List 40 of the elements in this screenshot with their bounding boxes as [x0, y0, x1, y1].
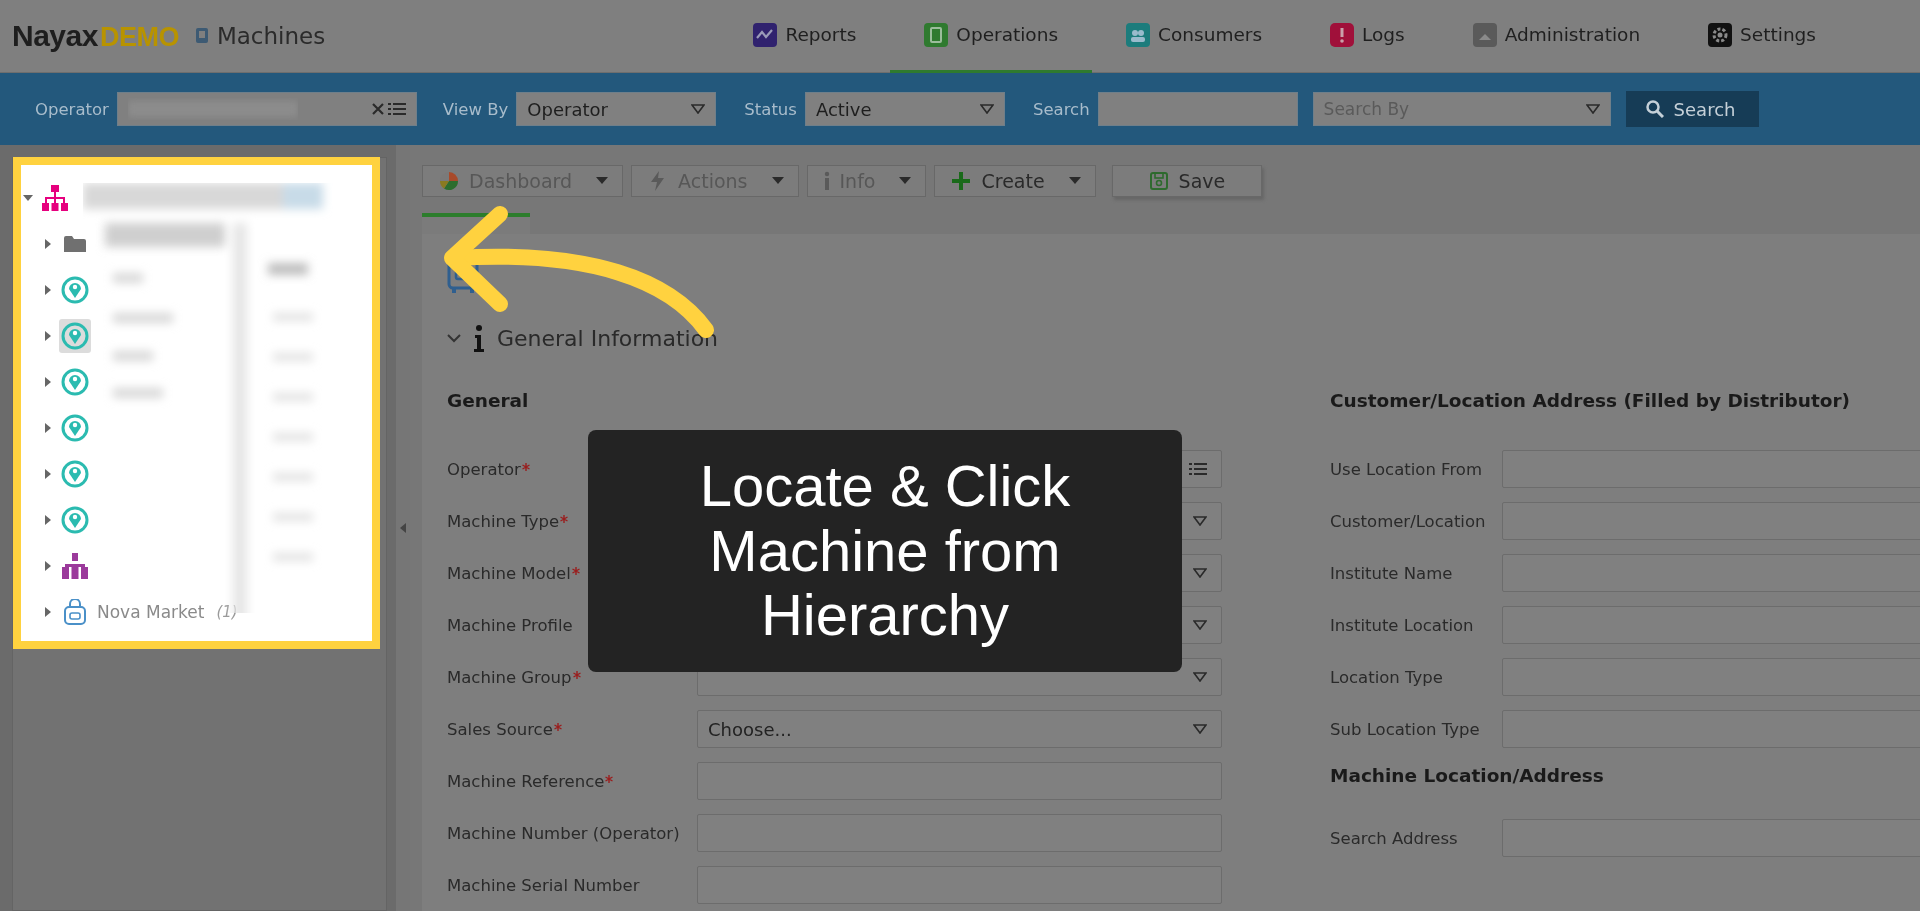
field-label: Machine Type: [447, 511, 560, 531]
toolbar-button[interactable]: Save: [1111, 165, 1263, 197]
field-label: Machine Number (Operator): [447, 823, 680, 843]
field-label: Search Address: [1330, 828, 1458, 848]
select-field[interactable]: Choose...: [697, 710, 1222, 748]
field-label: Search: [1032, 99, 1090, 119]
nav-tab[interactable]: Administration: [1438, 0, 1675, 73]
view-by-select[interactable]: Operator: [516, 92, 717, 126]
field-label: Machine Profile: [447, 615, 573, 635]
search-button[interactable]: Search: [1625, 91, 1760, 127]
status-select[interactable]: Active: [804, 92, 1005, 126]
nav-tab[interactable]: Consumers: [1092, 0, 1297, 73]
field-label: Machine Group: [447, 667, 572, 687]
section-heading: Machine Location/Address: [1330, 765, 1605, 786]
field-label: Sub Location Type: [1330, 719, 1480, 739]
section-heading: General: [447, 390, 530, 411]
page-title: Machines: [216, 23, 326, 49]
field-label: Machine Reference: [447, 771, 605, 791]
field-label: Machine Model: [447, 563, 571, 583]
field-label: Use Location From: [1330, 459, 1482, 479]
nav-tab[interactable]: Reports: [719, 0, 891, 73]
tree-node-label[interactable]: Nova Market: [97, 602, 205, 622]
toolbar-button[interactable]: Create: [934, 165, 1096, 197]
nav-tab[interactable]: Logs: [1296, 0, 1439, 73]
instruction-tooltip: Locate & Click Machine from Hierarchy: [588, 430, 1182, 672]
field-label: Operator: [35, 99, 109, 119]
field-label: Sales Source: [447, 719, 553, 739]
section-header[interactable]: General Information: [447, 324, 1920, 352]
field-label: Status: [744, 99, 797, 119]
node-count: (1): [216, 603, 238, 621]
field-label: Operator: [447, 459, 521, 479]
field-label: Location Type: [1330, 667, 1443, 687]
section-heading: Customer/Location Address (Filled by Distributor): [1330, 390, 1852, 411]
field-label: View By: [442, 99, 509, 119]
nav-tab[interactable]: Settings: [1674, 0, 1850, 73]
field-label: Machine Serial Number: [447, 875, 640, 895]
field-label: Institute Name: [1330, 563, 1453, 583]
field-label: Customer/Location: [1330, 511, 1486, 531]
logo: NayaxDEMO: [12, 19, 179, 53]
field-label: Institute Location: [1330, 615, 1474, 635]
